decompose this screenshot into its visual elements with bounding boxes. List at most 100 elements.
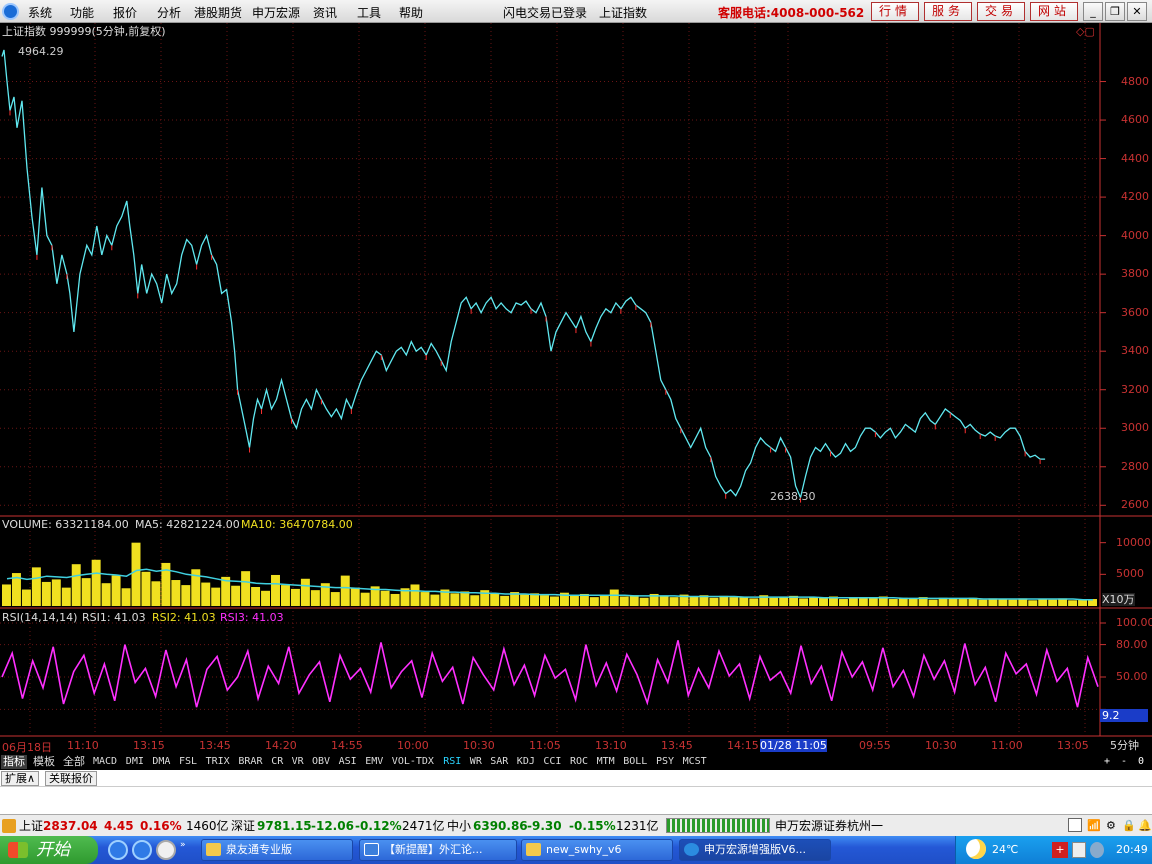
volume-tick-label: 5000 — [1116, 567, 1144, 581]
volume-bar — [360, 592, 370, 606]
indicator-tab[interactable]: SAR — [488, 755, 510, 769]
menu-hk-futures[interactable]: 港股期货 — [194, 4, 242, 21]
indicator-tab[interactable]: PSY — [654, 755, 676, 769]
indicator-tab[interactable]: VOL-TDX — [390, 755, 436, 769]
indicator-tab[interactable]: CR — [269, 755, 285, 769]
menu-system[interactable]: 系统 — [28, 4, 52, 21]
task-quanyoutong[interactable]: 泉友通专业版 — [201, 839, 353, 861]
quote-lock-icon[interactable] — [2, 819, 16, 833]
menu-quote[interactable]: 报价 — [113, 4, 137, 21]
restore-icon[interactable]: ❐ — [1105, 2, 1125, 21]
window-icon[interactable] — [156, 840, 176, 860]
volume-bar — [271, 574, 280, 606]
tray-app-icon[interactable]: + — [1052, 842, 1068, 858]
sme-index-name[interactable]: 中小 — [447, 816, 471, 836]
indicator-tab[interactable]: ASI — [337, 755, 359, 769]
indicator-tab[interactable]: ROC — [568, 755, 590, 769]
indicator-tab[interactable]: TRIX — [204, 755, 232, 769]
volume-bar — [420, 592, 430, 606]
start-button[interactable]: 开始 — [0, 836, 98, 864]
market-button[interactable]: 行情 — [871, 2, 919, 21]
sh-index-name[interactable]: 上证 — [19, 816, 43, 836]
zoom-reset-button[interactable]: 0 — [1136, 755, 1146, 769]
signal-icon[interactable]: 📶 — [1087, 816, 1101, 836]
bell-icon[interactable]: 🔔 — [1138, 816, 1152, 836]
indicator-tab[interactable]: 模板 — [31, 755, 57, 769]
indicator-tab[interactable]: BRAR — [236, 755, 264, 769]
volume-bar — [958, 599, 968, 606]
ie-icon[interactable] — [108, 840, 128, 860]
chart-area[interactable]: 上证指数 999999(5分钟,前复权) ◇▢ 4964.29 2638.30 … — [0, 23, 1152, 754]
indicator-tab[interactable]: OBV — [310, 755, 332, 769]
sh-index-amount: 1460亿 — [186, 819, 229, 833]
indicator-tab[interactable]: RSI — [441, 755, 463, 769]
volume-bar — [261, 590, 271, 606]
tools-icon[interactable]: ⚙ — [1106, 816, 1116, 836]
sz-index-name[interactable]: 深证 — [231, 816, 255, 836]
volume-bar — [948, 598, 958, 606]
task-swhy-enhanced[interactable]: 申万宏源增强版V6... — [679, 839, 831, 861]
volume-bar — [330, 592, 340, 606]
volume-bar — [350, 587, 360, 606]
ie-icon-2[interactable] — [132, 840, 152, 860]
indicator-tab[interactable]: MCST — [681, 755, 709, 769]
indicator-tab-bar: 指标 模板 全部 MACD DMI DMA FSL TRIX BRAR CR VR OBV ASI EM… — [0, 754, 1152, 770]
trade-button[interactable]: 交易 — [977, 2, 1025, 21]
time-tick-label: 10:30 — [463, 739, 495, 752]
menu-function[interactable]: 功能 — [70, 4, 94, 21]
menu-help[interactable]: 帮助 — [399, 4, 423, 21]
menu-analysis[interactable]: 分析 — [157, 4, 181, 21]
sh-index-price: 2837.04 — [43, 819, 98, 833]
volume-bar — [490, 593, 500, 606]
indicator-tab[interactable]: DMI — [124, 755, 146, 769]
extension-panel — [0, 787, 1152, 814]
temperature-label: 24℃ — [992, 843, 1019, 856]
menu-news[interactable]: 资讯 — [313, 4, 337, 21]
task-new-swhy[interactable]: new_swhy_v6 — [521, 839, 673, 861]
service-button[interactable]: 服务 — [924, 2, 972, 21]
chart-canvas[interactable] — [0, 23, 1152, 754]
volume-bar — [141, 571, 151, 606]
indicator-tab[interactable]: BOLL — [621, 755, 649, 769]
flash-trade-status: 闪电交易已登录 — [503, 6, 588, 20]
period-label[interactable]: 5分钟 — [1110, 739, 1139, 752]
volume-ma5-label: MA5: 42821224.00 — [135, 518, 240, 531]
indicator-tab[interactable]: MTM — [595, 755, 617, 769]
indicator-tab[interactable]: MACD — [91, 755, 119, 769]
zoom-out-button[interactable]: - — [1119, 755, 1129, 769]
indicator-tab[interactable]: 全部 — [61, 755, 87, 769]
minimize-icon[interactable]: _ — [1083, 2, 1103, 21]
indicator-tab[interactable]: EMV — [363, 755, 385, 769]
weather-moon-icon[interactable] — [966, 839, 986, 859]
broker-label: 申万宏源证券杭州一 — [775, 819, 884, 833]
indicator-tab[interactable]: WR — [468, 755, 484, 769]
indicator-tab[interactable]: FSL — [177, 755, 199, 769]
indicator-tab[interactable]: VR — [290, 755, 306, 769]
expand-tab[interactable]: 扩展∧ — [1, 771, 40, 786]
indicator-tab[interactable]: KDJ — [515, 755, 537, 769]
tray-window-icon[interactable] — [1072, 842, 1086, 858]
related-quote-tab[interactable]: 关联报价 — [45, 771, 97, 786]
min-price-label: 2638.30 — [770, 490, 816, 503]
indicator-menu-button[interactable]: 指标 — [1, 755, 27, 769]
indicator-tab[interactable]: CCI — [541, 755, 563, 769]
layout-icon[interactable] — [1068, 818, 1082, 832]
menu-tools[interactable]: 工具 — [357, 4, 381, 21]
website-button[interactable]: 网站 — [1030, 2, 1078, 21]
volume-bar — [928, 599, 938, 606]
menu-swhy[interactable]: 申万宏源 — [252, 4, 300, 21]
lock-icon[interactable]: 🔒 — [1122, 816, 1136, 836]
volume-value-label: VOLUME: 63321184.00 — [2, 518, 129, 531]
volume-bar — [460, 591, 470, 606]
indicator-tab[interactable]: DMA — [150, 755, 172, 769]
network-icon[interactable] — [1090, 842, 1104, 858]
task-forex-forum[interactable]: 【新提醒】外汇论... — [359, 839, 517, 861]
price-tick-label: 3800 — [1121, 267, 1149, 281]
volume-bar — [380, 590, 390, 606]
volume-bar — [231, 585, 241, 606]
zoom-in-button[interactable]: + — [1102, 755, 1112, 769]
close-icon[interactable]: ✕ — [1127, 2, 1147, 21]
chart-options-icon[interactable]: ◇▢ — [1076, 25, 1095, 38]
time-tick-label: 13:45 — [661, 739, 693, 752]
quicklaunch-expand-icon[interactable]: » — [180, 840, 194, 860]
